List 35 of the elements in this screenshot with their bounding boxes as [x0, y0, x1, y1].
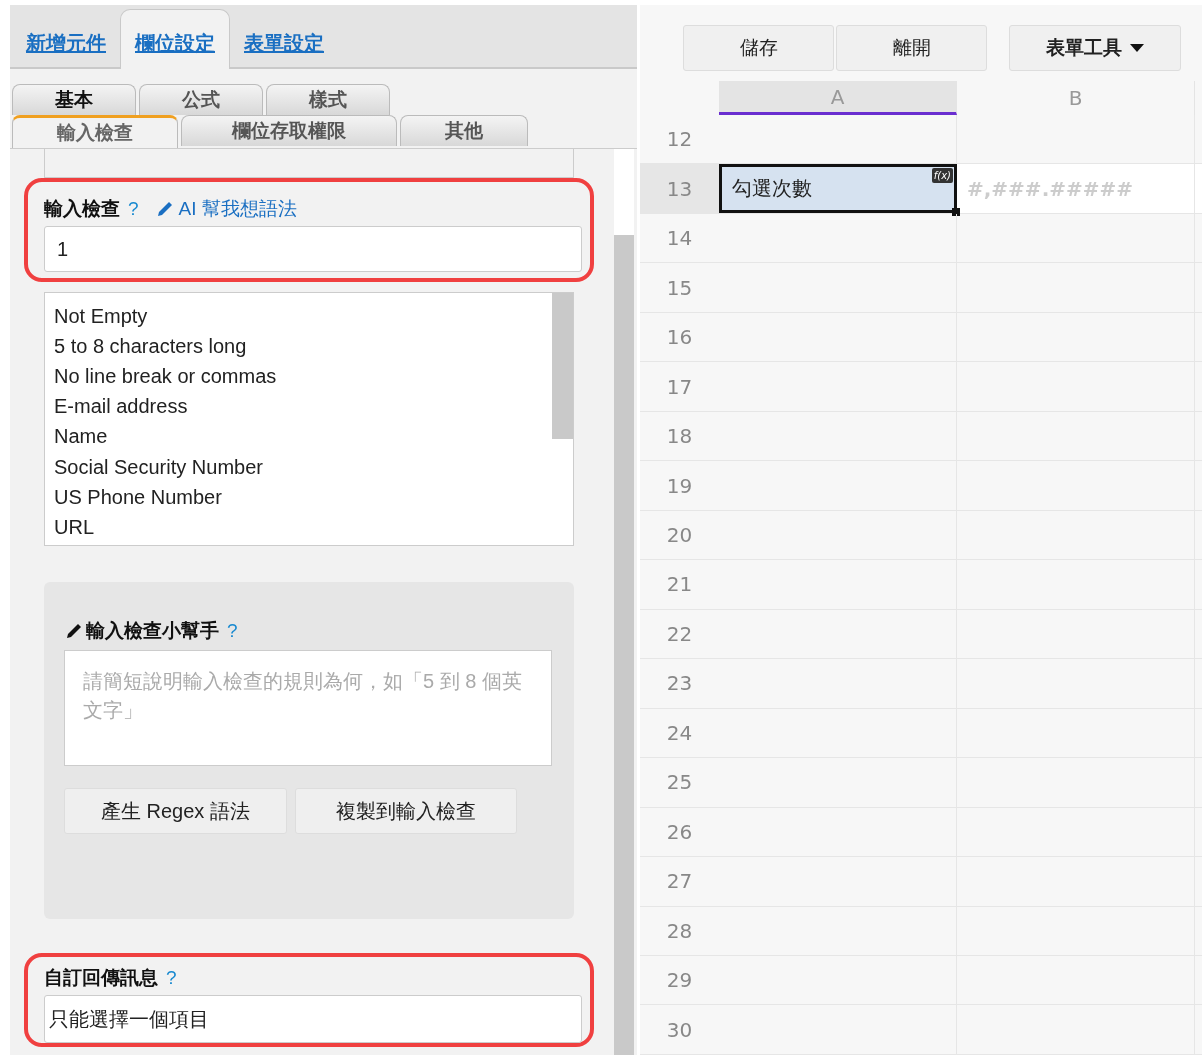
action-button[interactable]: 複製到輸入檢查 — [294, 788, 517, 834]
sub-tab[interactable]: 欄位存取權限 — [181, 115, 397, 146]
sub-tab[interactable]: 樣式 — [266, 84, 390, 115]
row-number: 13 — [640, 164, 719, 213]
list-item[interactable]: No line break or commas — [54, 361, 552, 392]
sub-tab[interactable]: 基本 — [12, 84, 136, 115]
caret-icon — [1130, 44, 1144, 52]
top-tab[interactable]: 欄位設定 — [120, 9, 230, 69]
top-tab[interactable]: 表單設定 — [234, 27, 334, 67]
list-item[interactable]: Name — [54, 421, 552, 452]
formula-badge: f(x) — [931, 168, 953, 184]
fill-handle[interactable] — [952, 207, 960, 216]
sub-tab[interactable]: 其他 — [400, 115, 528, 146]
toolbar-button[interactable]: 離開 — [836, 25, 987, 71]
list-item[interactable]: 5 to 8 characters long — [54, 331, 552, 362]
list-item[interactable]: Social Security Number — [54, 451, 552, 483]
section-title: 輸入檢查小幫手 — [86, 619, 219, 643]
field-label: 自訂回傳訊息 — [44, 966, 158, 990]
sub-tab[interactable]: 公式 — [139, 84, 263, 115]
toolbar-button[interactable]: 表單工具 — [1009, 25, 1181, 71]
field-label: 輸入檢查 — [44, 197, 120, 221]
list-item[interactable]: US Phone Number — [54, 482, 552, 513]
list-item[interactable]: Not Empty — [54, 301, 552, 332]
list-item[interactable]: E-mail address — [54, 391, 552, 422]
pencil-icon — [64, 621, 84, 641]
input-field[interactable]: 1 — [44, 226, 582, 272]
table-cell[interactable]: 勾選次數 f(x) — [719, 164, 957, 213]
sub-tab[interactable]: 輸入檢查 — [12, 115, 178, 148]
toolbar-button[interactable]: 儲存 — [683, 25, 834, 71]
list-item[interactable]: URL — [54, 512, 552, 543]
top-tab[interactable]: 新增元件 — [16, 27, 116, 67]
action-button[interactable]: 產生 Regex 語法 — [64, 788, 287, 834]
scrollbar[interactable] — [614, 149, 634, 1055]
input-field[interactable]: 只能選擇一個項目 — [44, 995, 582, 1043]
ai-syntax-link[interactable]: AI 幫我想語法 — [154, 196, 297, 222]
